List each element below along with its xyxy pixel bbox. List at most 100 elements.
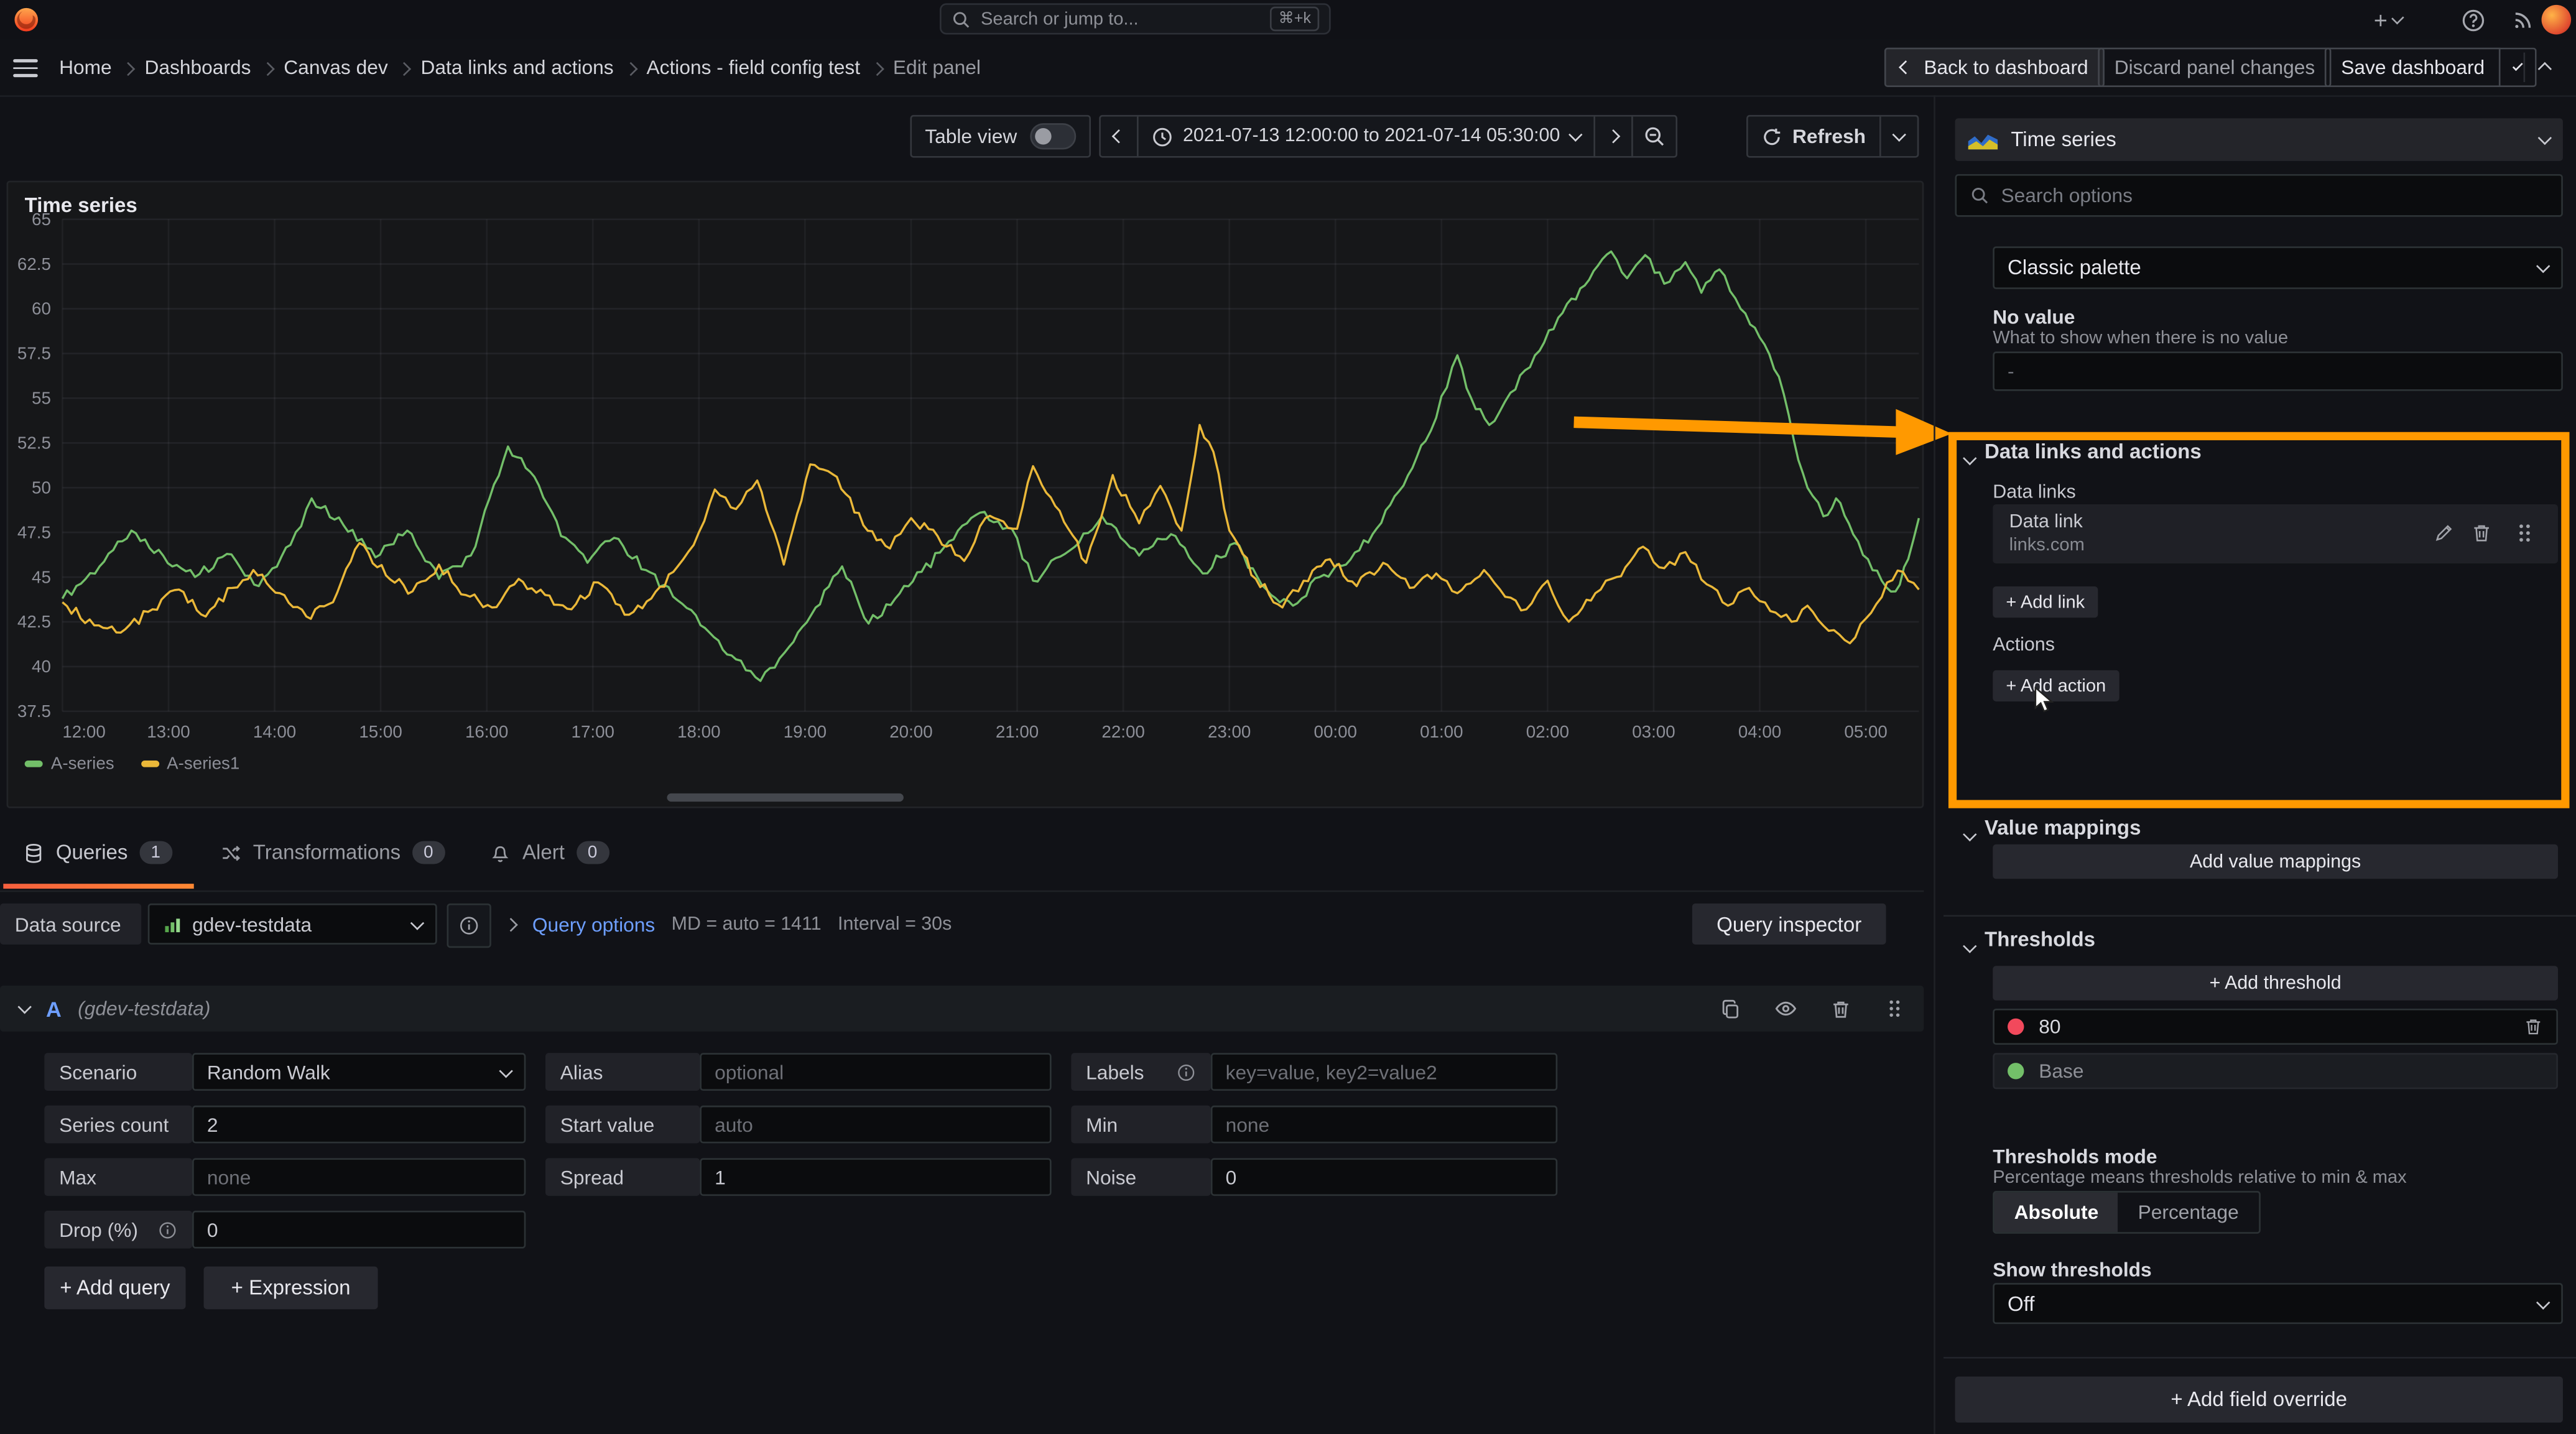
- threshold-color-dot[interactable]: [2008, 1063, 2024, 1079]
- query-options-toggle[interactable]: Query options: [532, 912, 655, 935]
- show-thresholds-label: Show thresholds: [1993, 1258, 2151, 1281]
- breadcrumb-item-canvas-dev[interactable]: Canvas dev: [284, 56, 387, 79]
- drop-input[interactable]: [192, 1211, 526, 1249]
- delete-data-link-button[interactable]: [2471, 522, 2492, 544]
- new-menu-button[interactable]: [2372, 7, 2402, 33]
- data-link-url: links.com: [2009, 535, 2085, 555]
- visualization-picker[interactable]: Time series: [1955, 118, 2563, 161]
- y-axis-tick: 37.5: [17, 701, 51, 721]
- mode-option-percentage[interactable]: Percentage: [2118, 1193, 2259, 1232]
- edit-data-link-button[interactable]: [2433, 522, 2454, 544]
- tab-queries[interactable]: Queries 1: [23, 841, 172, 864]
- drag-handle[interactable]: [1884, 997, 1904, 1020]
- time-shift-back-button[interactable]: [1101, 117, 1139, 156]
- table-view-toggle[interactable]: [1030, 123, 1076, 149]
- chevron-down-icon: [2391, 12, 2404, 24]
- value-mappings-title[interactable]: Value mappings: [1985, 816, 2141, 840]
- collapse-query-icon[interactable]: [17, 1000, 31, 1014]
- grafana-edit-panel-page: Search or jump to... ⌘+k Home Dashboards…: [0, 0, 2576, 1434]
- mode-option-absolute[interactable]: Absolute: [1995, 1193, 2118, 1232]
- zoom-out-button[interactable]: [1633, 117, 1675, 156]
- x-axis-tick: 03:00: [1632, 722, 1675, 741]
- arrow-right-icon: [1606, 129, 1619, 143]
- y-axis-tick: 57.5: [17, 344, 51, 363]
- data-link-drag-handle[interactable]: [2515, 520, 2533, 545]
- delete-threshold-button[interactable]: [2523, 1017, 2543, 1037]
- breadcrumb-item-dashboards[interactable]: Dashboards: [145, 56, 251, 79]
- collapse-header-button[interactable]: [2540, 56, 2550, 79]
- show-thresholds-select[interactable]: Off: [1993, 1283, 2563, 1324]
- legend-item-A-series1[interactable]: A-series1: [141, 754, 239, 774]
- spread-label: Spread: [545, 1158, 700, 1196]
- min-input[interactable]: [1211, 1106, 1557, 1144]
- add-action-button[interactable]: + Add action: [1993, 670, 2119, 701]
- series-count-input[interactable]: [192, 1106, 526, 1144]
- datasource-help-button[interactable]: [447, 904, 491, 948]
- back-to-dashboard-button[interactable]: Back to dashboard: [1884, 48, 2105, 87]
- grip-icon: [1884, 997, 1904, 1020]
- add-expression-button[interactable]: + Expression: [204, 1267, 378, 1310]
- threshold-color-dot[interactable]: [2008, 1019, 2024, 1035]
- breadcrumb-item-home[interactable]: Home: [59, 56, 112, 79]
- duplicate-query-button[interactable]: [1720, 998, 1741, 1019]
- breadcrumb-item-actions-test[interactable]: Actions - field config test: [647, 56, 861, 79]
- global-search-input[interactable]: Search or jump to... ⌘+k: [940, 3, 1331, 34]
- thresholds-title[interactable]: Thresholds: [1985, 928, 2095, 951]
- time-series-chart[interactable]: 6562.56057.55552.55047.54542.54037.512:0…: [8, 182, 1922, 749]
- search-options-input[interactable]: Search options: [1955, 174, 2563, 217]
- time-range-button[interactable]: 2021-07-13 12:00:00 to 2021-07-14 05:30:…: [1139, 117, 1595, 156]
- help-button[interactable]: [2458, 7, 2488, 33]
- horizontal-scrollbar[interactable]: [667, 793, 903, 802]
- time-shift-forward-button[interactable]: [1595, 117, 1633, 156]
- menu-toggle-icon[interactable]: [13, 59, 38, 77]
- x-axis-tick: 22:00: [1101, 722, 1144, 741]
- color-palette-select[interactable]: Classic palette: [1993, 246, 2563, 289]
- add-query-button[interactable]: + Add query: [44, 1267, 185, 1310]
- news-rss-button[interactable]: [2509, 7, 2539, 33]
- save-dashboard-split-button: Save dashboard: [2325, 48, 2537, 87]
- section-collapse-icon[interactable]: [1965, 821, 1975, 844]
- scenario-select[interactable]: Random Walk: [192, 1053, 526, 1091]
- divider: [2523, 53, 2525, 83]
- query-row-header[interactable]: A (gdev-testdata): [0, 986, 1924, 1032]
- data-links-section-title[interactable]: Data links and actions: [1985, 440, 2202, 463]
- search-options-placeholder: Search options: [2001, 184, 2132, 207]
- add-threshold-button[interactable]: + Add threshold: [1993, 966, 2558, 1000]
- data-link-card[interactable]: Data link links.com: [1993, 504, 2558, 563]
- threshold-row-80[interactable]: 80: [1993, 1009, 2558, 1045]
- no-value-input[interactable]: [1993, 351, 2563, 391]
- section-collapse-icon[interactable]: [1965, 445, 1975, 468]
- avatar[interactable]: [2542, 5, 2572, 35]
- chevron-down-icon: [1568, 127, 1582, 141]
- max-input[interactable]: [192, 1158, 526, 1196]
- add-field-override-button[interactable]: + Add field override: [1955, 1377, 2563, 1423]
- delete-query-button[interactable]: [1830, 998, 1851, 1019]
- query-inspector-button[interactable]: Query inspector: [1692, 904, 1886, 945]
- refresh-interval-dropdown[interactable]: [1879, 117, 1917, 156]
- discard-panel-changes-button[interactable]: Discard panel changes: [2098, 48, 2331, 87]
- start-value-input[interactable]: [700, 1106, 1051, 1144]
- save-dashboard-dropdown[interactable]: [2501, 48, 2537, 87]
- trash-icon: [2523, 1017, 2543, 1037]
- active-tab-indicator: [3, 884, 193, 889]
- legend-item-A-series[interactable]: A-series: [25, 754, 114, 774]
- tab-transformations[interactable]: Transformations 0: [220, 841, 445, 864]
- save-dashboard-button[interactable]: Save dashboard: [2325, 48, 2501, 87]
- spread-input[interactable]: [700, 1158, 1051, 1196]
- grafana-logo-icon[interactable]: [11, 5, 41, 35]
- refresh-button[interactable]: Refresh: [1748, 117, 1879, 156]
- datasource-picker[interactable]: gdev-testdata: [148, 904, 437, 945]
- grip-icon: [2515, 520, 2533, 545]
- alias-input[interactable]: [700, 1053, 1051, 1091]
- threshold-value[interactable]: 80: [2039, 1015, 2060, 1038]
- labels-input[interactable]: [1211, 1053, 1557, 1091]
- section-collapse-icon[interactable]: [1965, 933, 1975, 956]
- scenario-label: Scenario: [44, 1053, 192, 1091]
- breadcrumb-item-data-links[interactable]: Data links and actions: [421, 56, 614, 79]
- tab-alert[interactable]: Alert 0: [489, 841, 609, 864]
- hide-query-button[interactable]: [1774, 997, 1797, 1020]
- noise-input[interactable]: [1211, 1158, 1557, 1196]
- add-link-button[interactable]: + Add link: [1993, 586, 2098, 618]
- add-value-mappings-button[interactable]: Add value mappings: [1993, 844, 2558, 879]
- thresholds-mode-radio-group: Absolute Percentage: [1993, 1191, 2260, 1234]
